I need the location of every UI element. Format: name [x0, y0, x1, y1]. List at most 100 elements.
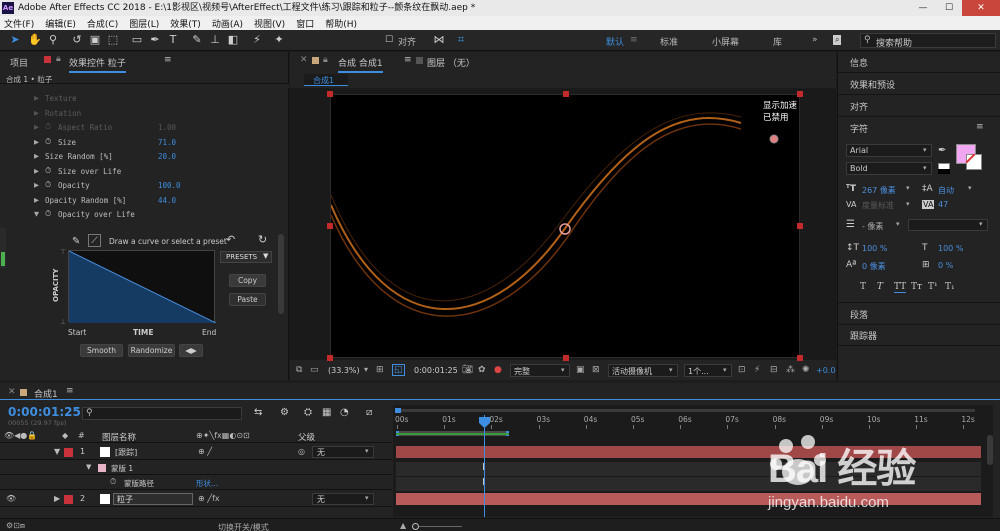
frame-blend-icon[interactable]: ▦ — [322, 407, 331, 418]
expand-arrow-icon[interactable]: ▶ — [34, 181, 39, 189]
property-value[interactable]: 71.0 — [158, 138, 176, 147]
stopwatch-icon[interactable]: ⏱︎ — [110, 477, 116, 487]
text-style-button[interactable]: T₁ — [945, 282, 955, 292]
handle-tc[interactable] — [563, 91, 569, 97]
expand-arrow-icon[interactable]: ▶ — [34, 138, 39, 146]
menu-animation[interactable]: 动画(A) — [212, 17, 243, 30]
tab-layer[interactable]: 图层 （无） — [427, 56, 475, 69]
layer-label-color[interactable] — [64, 448, 73, 457]
smooth-button[interactable]: Smooth — [80, 344, 123, 357]
eye-icon[interactable]: 👁︎ — [6, 494, 16, 503]
zoom-out-icon[interactable]: ▲ — [400, 521, 406, 530]
mask-visibility-icon[interactable]: ◱ — [392, 364, 405, 376]
stroke-mode-dropdown[interactable]: ▾ — [908, 219, 988, 231]
motion-blur-icon[interactable]: ◔ — [340, 407, 349, 418]
text-style-button[interactable]: T — [877, 282, 883, 292]
comp-subtab[interactable]: 合成1 — [304, 74, 348, 86]
shy-icon[interactable]: ⛭ — [304, 407, 312, 418]
workspace-default[interactable]: 默认 — [606, 35, 624, 48]
mask-row[interactable]: ▼ 蒙版 1 — [0, 461, 392, 475]
flowchart-icon[interactable]: ⁂ — [786, 365, 795, 375]
tab-composition[interactable]: 合成 合成1 — [338, 56, 383, 73]
randomize-button[interactable]: Randomize — [128, 344, 175, 357]
timeline-timecode[interactable]: 0:00:01:25 — [8, 405, 81, 419]
text-style-button[interactable]: TT — [894, 282, 907, 293]
layer-search-field[interactable]: ⚲ — [82, 407, 242, 420]
exposure-icon[interactable]: ✺ — [802, 365, 810, 375]
camera-tool-icon[interactable]: ▣ — [88, 33, 102, 47]
character-panel-tab[interactable]: 字符 — [850, 122, 868, 135]
comp-panel-menu-icon[interactable]: ≡ — [404, 55, 412, 65]
more-workspaces-icon[interactable]: » — [812, 35, 818, 45]
rectangle-tool-icon[interactable]: ▭ — [130, 33, 144, 47]
zoom-slider[interactable] — [412, 523, 462, 530]
font-family-dropdown[interactable]: Arial ▾ — [846, 144, 932, 157]
brush-tool-icon[interactable]: ✎ — [190, 33, 204, 47]
property-value[interactable]: 1.00 — [158, 123, 176, 132]
workspace-library[interactable]: 库 — [773, 35, 782, 48]
hand-tool-icon[interactable]: ✋ — [28, 33, 42, 47]
kerning-value[interactable]: 度量标准 — [862, 200, 894, 211]
resolution-dropdown[interactable]: 完整 ▾ — [510, 364, 570, 377]
mask-path-value[interactable]: 形状... — [196, 478, 218, 489]
footer-switch-icons[interactable]: ⚙⊡⧈ — [6, 521, 25, 531]
menu-file[interactable]: 文件(F) — [4, 17, 34, 30]
fast-preview-icon[interactable]: ⚡ — [754, 365, 760, 375]
maximize-button[interactable]: ☐ — [936, 0, 962, 16]
expand-arrow-icon[interactable]: ▶ — [34, 94, 39, 102]
workspace-menu-icon[interactable]: ≡ — [630, 35, 638, 45]
menu-window[interactable]: 窗口 — [296, 17, 314, 30]
menu-layer[interactable]: 图层(L) — [129, 17, 159, 30]
layer-row[interactable]: ▼ 1 [跟踪] ⊕ ╱ ◎ 无 ▾ — [0, 444, 392, 460]
font-style-dropdown[interactable]: Bold ▾ — [846, 162, 932, 175]
puppet-tool-icon[interactable]: ✦ — [272, 33, 286, 47]
clone-stamp-tool-icon[interactable]: ⊥ — [208, 33, 222, 47]
chevron-down-icon[interactable]: ▾ — [906, 184, 910, 192]
stroke-width-value[interactable]: - 像素 — [862, 221, 883, 232]
layer-row[interactable]: 👁︎ ▶ 2 粒子 ⊕ ╱fx 无 ▾ — [0, 491, 392, 507]
vertical-scale-value[interactable]: 100 % — [862, 244, 887, 253]
selection-tool-icon[interactable]: ➤ — [8, 33, 22, 47]
camera-dropdown[interactable]: 活动摄像机 ▾ — [608, 364, 678, 377]
zoom-dropdown-icon[interactable]: ▾ — [364, 365, 368, 374]
work-area-start[interactable] — [395, 408, 401, 413]
roi-icon[interactable]: ▣ — [576, 365, 585, 375]
opacity-curve-graph[interactable] — [68, 250, 216, 323]
panel-menu-icon[interactable]: ≡ — [164, 55, 172, 65]
parent-dropdown[interactable]: 无 ▾ — [312, 446, 374, 458]
workspace-standard[interactable]: 标准 — [660, 35, 678, 48]
line-tool-icon[interactable]: ⟋ — [88, 234, 101, 247]
zoom-tool-icon[interactable]: ⚲ — [46, 33, 60, 47]
type-tool-icon[interactable]: T — [166, 33, 180, 47]
mask-color[interactable] — [98, 464, 106, 472]
pan-behind-tool-icon[interactable]: ⬚ — [106, 33, 120, 47]
stopwatch-icon[interactable]: ⏱︎ — [45, 137, 51, 147]
black-swatch[interactable] — [938, 169, 950, 174]
toggle-switches-label[interactable]: 切换开关/模式 — [218, 522, 269, 531]
align-checkbox[interactable]: ☐ — [384, 33, 394, 47]
eyedropper-icon[interactable]: ✒ — [938, 145, 946, 156]
close-button[interactable]: ✕ — [962, 0, 1000, 16]
reset-icon[interactable]: ↻ — [258, 233, 267, 246]
handle-br[interactable] — [797, 355, 803, 361]
snap-icon[interactable]: ⋈ — [432, 33, 446, 47]
text-style-button[interactable]: T¹ — [928, 282, 938, 292]
snap-options-icon[interactable]: ⌗ — [454, 33, 468, 47]
workspace-small-screen[interactable]: 小屏幕 — [712, 35, 739, 48]
handle-tl[interactable] — [327, 91, 333, 97]
snapshot-icon[interactable]: 📷︎ — [462, 365, 473, 375]
panel-scrollbar[interactable] — [278, 234, 284, 314]
expand-arrow-icon[interactable]: ▼ — [34, 210, 39, 218]
views-dropdown[interactable]: 1个... ▾ — [684, 364, 732, 377]
timeline-menu-icon[interactable]: ≡ — [66, 386, 74, 396]
presets-dropdown[interactable]: PRESETS ▼ — [220, 251, 272, 263]
help-search-field[interactable]: ⚲ 搜索帮助 — [860, 33, 996, 49]
expand-arrow-icon[interactable]: ▶ — [34, 167, 39, 175]
track-point-end[interactable] — [769, 134, 779, 144]
zoom-level[interactable]: (33.3%) — [328, 366, 360, 375]
zoom-slider-thumb[interactable] — [412, 523, 419, 530]
pencil-icon[interactable]: ✎ — [72, 236, 80, 247]
stopwatch-icon[interactable]: ⏱︎ — [45, 209, 51, 219]
baseline-shift-value[interactable]: 0 像素 — [862, 261, 886, 272]
rotate-tool-icon[interactable]: ↺ — [70, 33, 84, 47]
